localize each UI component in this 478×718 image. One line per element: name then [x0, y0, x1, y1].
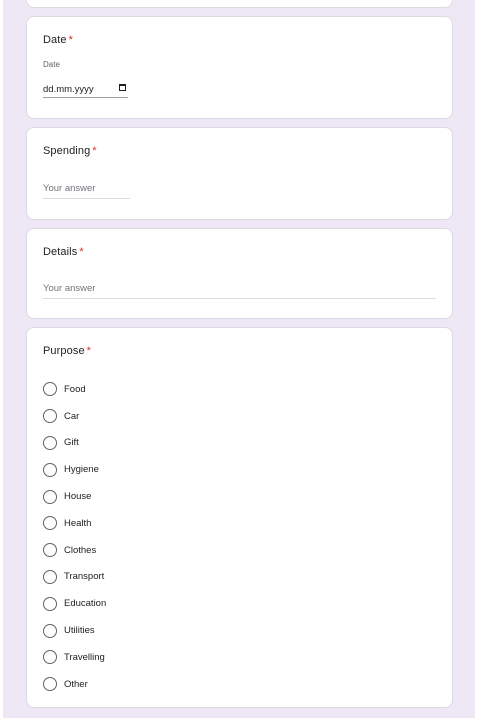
option-label: Car — [64, 410, 80, 422]
purpose-option[interactable]: Utilities — [43, 617, 423, 644]
option-label: Food — [64, 383, 86, 395]
purpose-option[interactable]: Food — [43, 376, 423, 403]
option-label: Clothes — [64, 544, 97, 556]
radio-button-icon[interactable] — [43, 650, 57, 665]
option-label: Gift — [64, 437, 79, 449]
option-label: Other — [64, 678, 88, 690]
purpose-option[interactable]: Travelling — [43, 644, 423, 671]
option-label: Transport — [64, 571, 105, 583]
option-label: Hygiene — [64, 464, 99, 476]
radio-button-icon[interactable] — [43, 382, 57, 397]
details-question-title: Details * — [43, 246, 84, 258]
radio-button-icon[interactable] — [43, 516, 57, 531]
option-label: Health — [64, 517, 92, 529]
purpose-option[interactable]: Education — [43, 590, 423, 617]
option-label: Education — [64, 598, 107, 610]
option-label: House — [64, 491, 92, 503]
date-title-text: Date — [43, 34, 67, 46]
purpose-option[interactable]: Car — [43, 403, 423, 430]
option-label: Utilities — [64, 625, 95, 637]
option-label: Travelling — [64, 651, 105, 663]
required-asterisk: * — [92, 145, 97, 157]
radio-button-icon[interactable] — [43, 462, 57, 477]
purpose-option[interactable]: Hygiene — [43, 456, 423, 483]
purpose-question-title: Purpose * — [43, 345, 91, 357]
radio-button-icon[interactable] — [43, 569, 57, 584]
radio-button-icon[interactable] — [43, 596, 57, 611]
previous-question-card — [26, 0, 453, 8]
radio-button-icon[interactable] — [43, 677, 57, 692]
purpose-title-text: Purpose — [43, 345, 85, 357]
radio-button-icon[interactable] — [43, 543, 57, 558]
details-answer-input[interactable]: Your answer — [43, 282, 436, 299]
radio-button-icon[interactable] — [43, 435, 57, 450]
required-asterisk: * — [79, 246, 84, 258]
purpose-options: Food Car Gift Hygiene House Health Cloth… — [43, 376, 423, 698]
required-asterisk: * — [68, 34, 74, 46]
date-caption: Date — [43, 60, 60, 69]
date-question-title: Date * — [43, 34, 73, 46]
spending-question-card: Spending * Your answer — [26, 127, 453, 220]
radio-button-icon[interactable] — [43, 489, 57, 504]
purpose-option[interactable]: Health — [43, 510, 423, 537]
date-placeholder: dd.mm.yyyy — [43, 83, 94, 95]
purpose-question-card: Purpose * Food Car Gift Hygiene House Hea… — [26, 327, 453, 708]
purpose-option[interactable]: Clothes — [43, 537, 423, 564]
spending-question-title: Spending * — [43, 145, 97, 157]
calendar-icon[interactable] — [119, 84, 126, 91]
spending-title-text: Spending — [43, 145, 91, 157]
details-title-text: Details — [43, 246, 78, 258]
purpose-option[interactable]: Gift — [43, 430, 423, 457]
purpose-option[interactable]: Other — [43, 671, 423, 698]
purpose-option[interactable]: Transport — [43, 564, 423, 591]
purpose-option[interactable]: House — [43, 483, 423, 510]
radio-button-icon[interactable] — [43, 409, 57, 424]
spending-answer-input[interactable]: Your answer — [43, 182, 130, 199]
radio-button-icon[interactable] — [43, 623, 57, 638]
details-question-card: Details * Your answer — [26, 228, 453, 319]
date-input[interactable]: dd.mm.yyyy — [43, 81, 128, 98]
date-question-card: Date * Date dd.mm.yyyy — [26, 16, 453, 119]
required-asterisk: * — [86, 345, 92, 357]
